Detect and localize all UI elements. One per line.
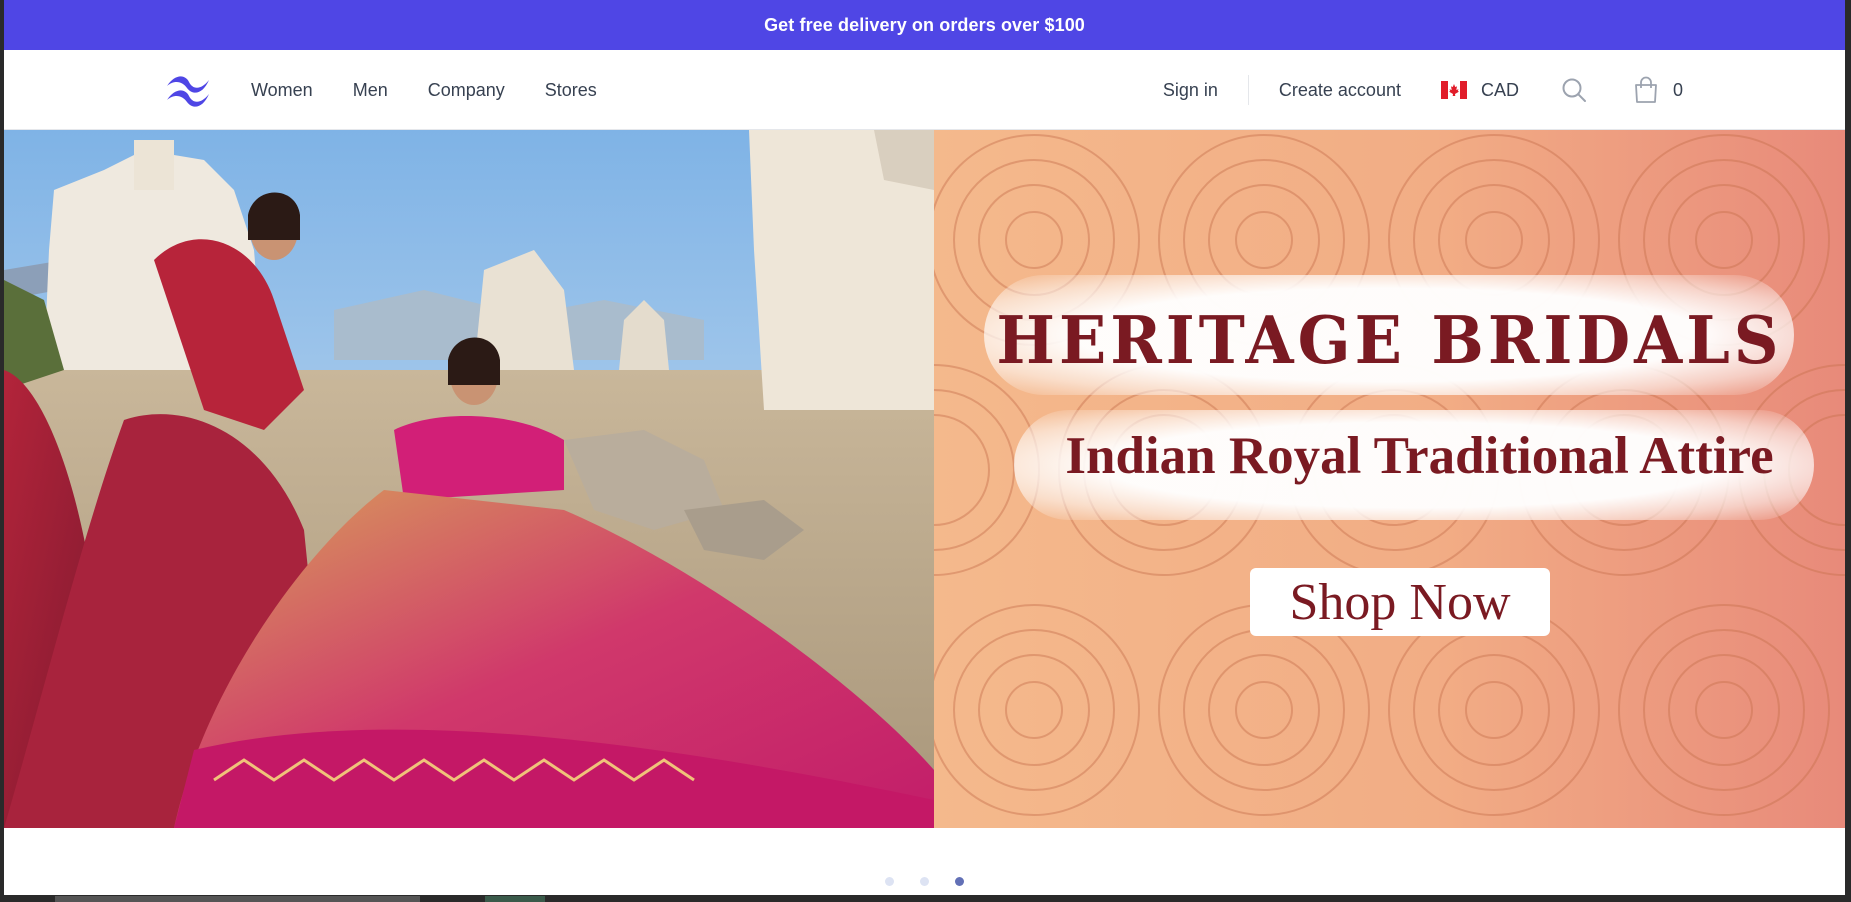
- browser-frame: Get free delivery on orders over $100 Wo…: [0, 0, 1851, 902]
- brand-logo-icon[interactable]: [165, 72, 211, 108]
- promo-bar: Get free delivery on orders over $100: [4, 0, 1845, 50]
- hero-photo-image[interactable]: [4, 130, 934, 828]
- shop-now-button[interactable]: Shop Now: [1250, 568, 1550, 636]
- taskbar-strip-2: [485, 896, 545, 902]
- canada-flag-icon: [1440, 81, 1467, 99]
- sign-in-link[interactable]: Sign in: [1163, 80, 1218, 101]
- currency-label: CAD: [1480, 79, 1519, 100]
- menu-item-stores[interactable]: Stores: [545, 80, 597, 101]
- promo-text: Get free delivery on orders over $100: [764, 14, 1085, 35]
- shopping-bag-icon: [1635, 76, 1657, 103]
- menu-item-company[interactable]: Company: [428, 80, 505, 101]
- search-icon[interactable]: [1561, 77, 1587, 103]
- account-area: Sign in Create account CAD 0: [1163, 50, 1683, 130]
- page: Get free delivery on orders over $100 Wo…: [4, 0, 1845, 895]
- currency-selector[interactable]: CAD: [1440, 79, 1519, 101]
- carousel-dot-3[interactable]: [955, 877, 964, 886]
- create-account-link[interactable]: Create account: [1279, 80, 1401, 101]
- taskbar-strip: [55, 896, 420, 902]
- carousel-indicators: [4, 877, 1845, 886]
- cart-button[interactable]: 0: [1633, 76, 1683, 104]
- carousel-dot-2[interactable]: [920, 877, 929, 886]
- hero-banner: HERITAGE BRIDALS Indian Royal Traditiona…: [934, 130, 1845, 828]
- cart-count: 0: [1672, 79, 1683, 100]
- top-nav: Women Men Company Stores Sign in Create …: [4, 50, 1845, 130]
- menu-item-men[interactable]: Men: [353, 80, 388, 101]
- hero-carousel: HERITAGE BRIDALS Indian Royal Traditiona…: [4, 130, 1845, 828]
- menu-item-women[interactable]: Women: [251, 80, 313, 101]
- main-menu: Women Men Company Stores: [251, 50, 597, 130]
- banner-subtitle: Indian Royal Traditional Attire: [1065, 427, 1774, 485]
- carousel-dot-1[interactable]: [885, 877, 894, 886]
- divider: [1247, 75, 1249, 105]
- banner-title: HERITAGE BRIDALS: [996, 302, 1783, 379]
